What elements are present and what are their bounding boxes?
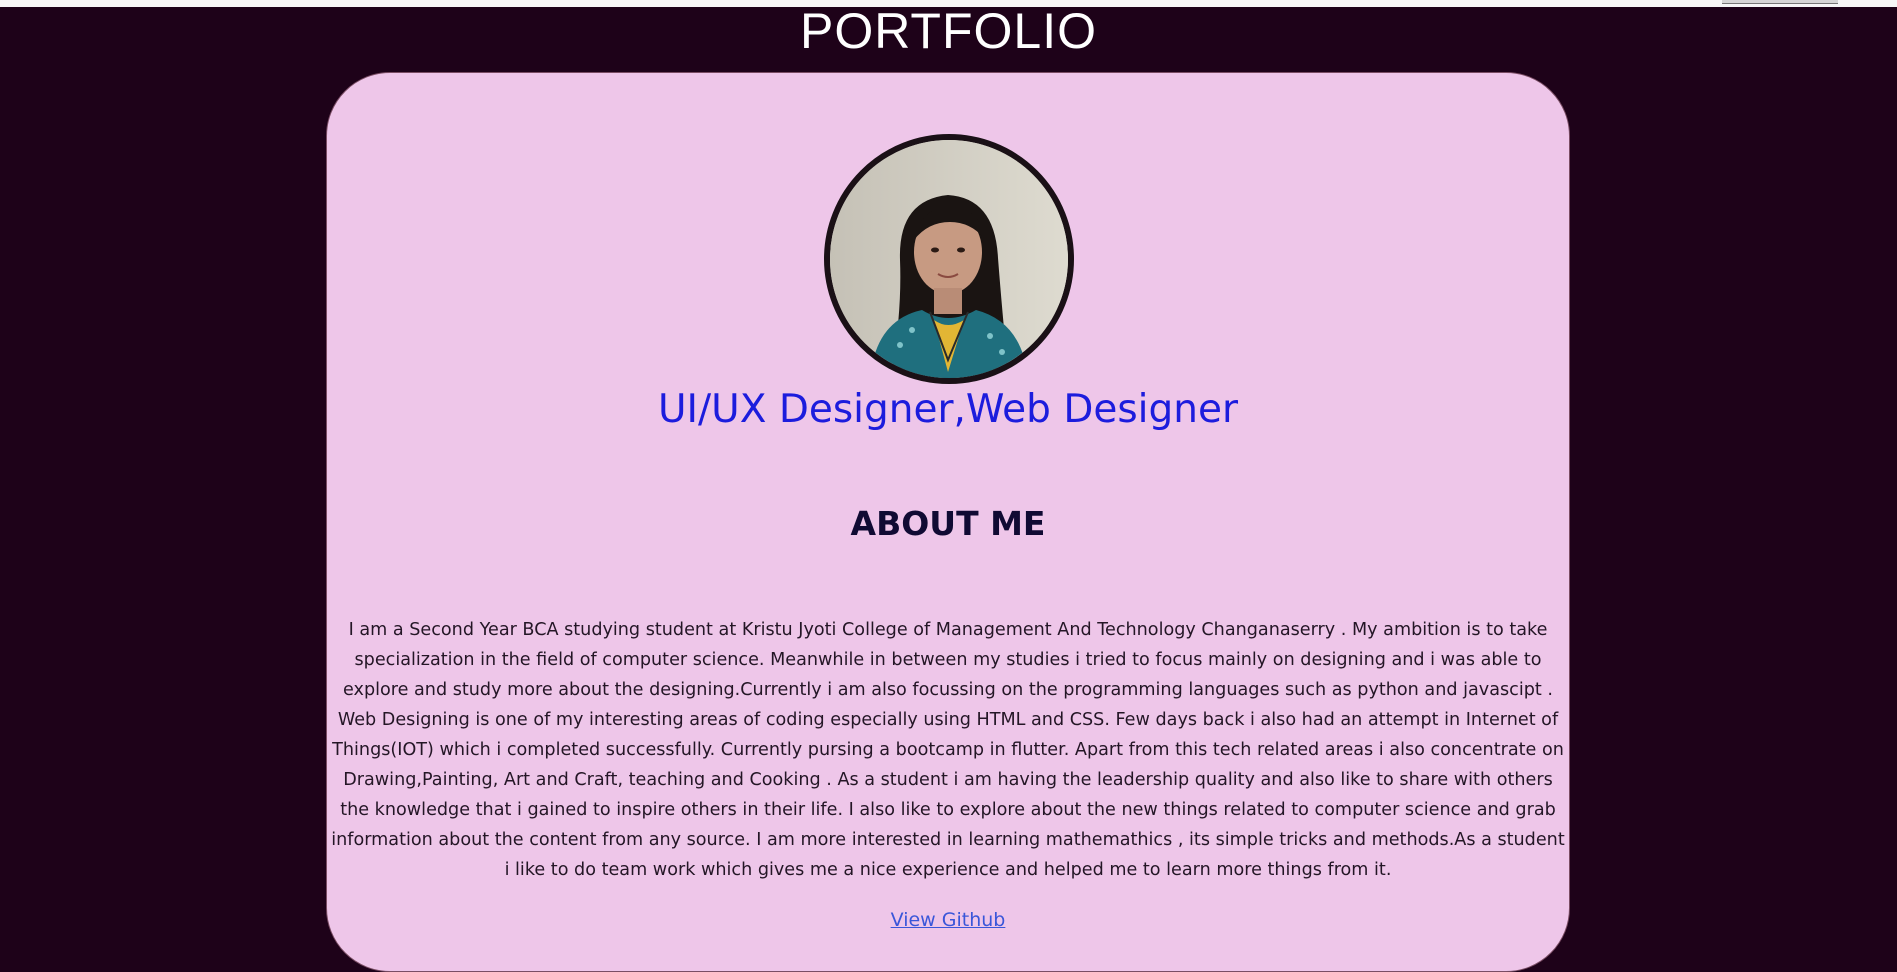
about-paragraph: I am a Second Year BCA studying student …: [331, 620, 1565, 880]
page-title: PORTFOLIO: [799, 3, 1097, 59]
view-github-link[interactable]: View Github: [891, 909, 1006, 931]
avatar: [824, 134, 1074, 384]
github-link-wrapper: View Github: [326, 905, 1570, 935]
role-title: UI/UX Designer,Web Designer: [657, 387, 1239, 432]
about-heading: ABOUT ME: [850, 504, 1046, 543]
